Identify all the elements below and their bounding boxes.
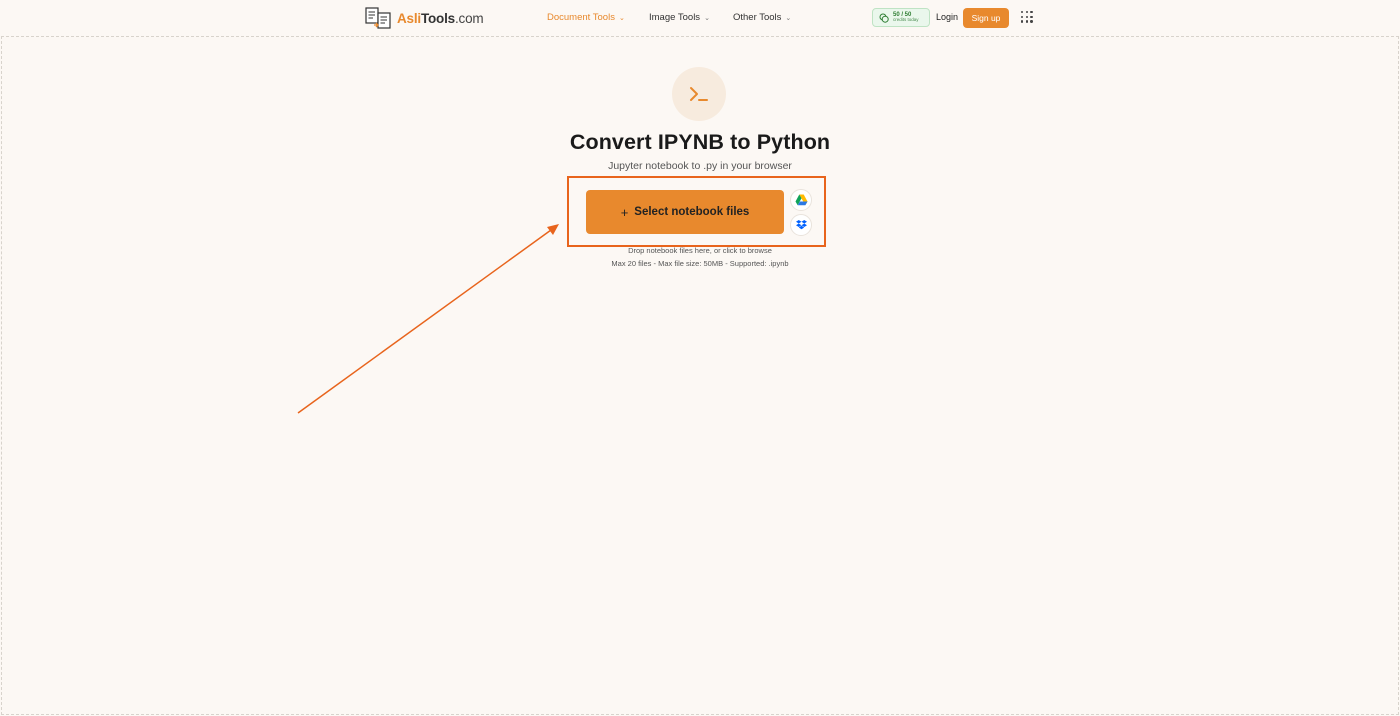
nav-label: Image Tools xyxy=(649,12,701,23)
logo-rest: Tools xyxy=(420,10,455,26)
dropbox-button[interactable] xyxy=(790,214,812,236)
chevron-down-icon: ⌄ xyxy=(785,14,792,22)
site-logo[interactable]: AsliTools.com xyxy=(365,6,484,30)
coins-icon xyxy=(879,13,889,23)
google-drive-icon xyxy=(795,194,807,206)
logo-tld: .com xyxy=(454,10,484,26)
select-files-label: Select notebook files xyxy=(634,206,750,218)
apps-grid-icon[interactable] xyxy=(1021,11,1033,23)
login-link[interactable]: Login xyxy=(936,12,958,22)
select-files-button[interactable]: + Select notebook files xyxy=(586,190,784,234)
chevron-down-icon: ⌄ xyxy=(618,14,625,22)
logo-brand: Asli xyxy=(397,10,421,26)
logo-icon xyxy=(365,7,391,29)
terminal-icon xyxy=(690,87,708,101)
nav-label: Document Tools xyxy=(547,12,615,23)
page-title: Convert IPYNB to Python xyxy=(569,130,831,154)
plus-icon: + xyxy=(620,204,629,220)
site-header: AsliTools.com Document Tools ⌄ Image Too… xyxy=(0,0,1400,36)
nav-image-tools[interactable]: Image Tools ⌄ xyxy=(649,12,710,23)
page-subtitle: Jupyter notebook to .py in your browser xyxy=(608,160,792,172)
nav-other-tools[interactable]: Other Tools ⌄ xyxy=(733,12,791,23)
credits-label: credits today xyxy=(893,17,919,23)
drop-hint: Drop notebook files here, or click to br… xyxy=(628,246,772,255)
nav-label: Other Tools xyxy=(733,12,782,23)
credits-badge[interactable]: 50 / 50 credits today xyxy=(872,8,930,27)
signup-button[interactable]: Sign up xyxy=(963,8,1009,28)
dropbox-icon xyxy=(795,220,807,230)
chevron-down-icon: ⌄ xyxy=(704,14,710,22)
terminal-icon-badge xyxy=(672,67,726,121)
nav-document-tools[interactable]: Document Tools ⌄ xyxy=(547,12,625,23)
file-limits: Max 20 files - Max file size: 50MB - Sup… xyxy=(611,259,789,268)
logo-text: AsliTools.com xyxy=(397,10,484,26)
google-drive-button[interactable] xyxy=(790,189,812,211)
